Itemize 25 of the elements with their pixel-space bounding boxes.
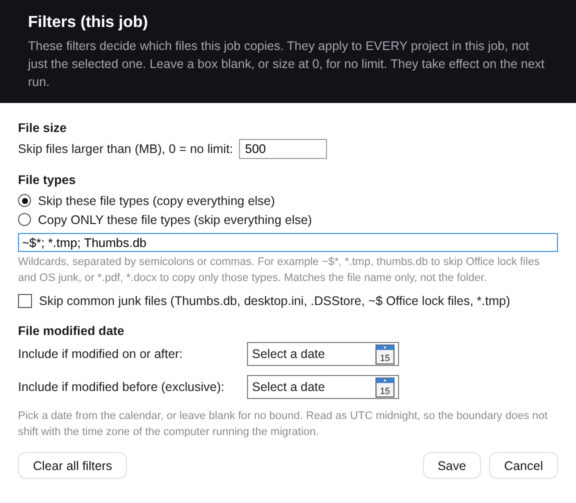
cancel-button[interactable]: Cancel: [489, 452, 558, 479]
date-picker[interactable]: Select a date 15: [247, 375, 399, 399]
date-picker[interactable]: Select a date 15: [247, 342, 399, 366]
radio-button[interactable]: [18, 194, 31, 207]
save-button[interactable]: Save: [422, 452, 482, 479]
description: These filters decide which files this job copies. They apply to EVERY project in this job, not just the selected one. Leave a box blank, or size at 0, for no limit. They take effect on the next run.: [28, 38, 546, 91]
section-heading: File size: [18, 121, 68, 135]
dialog-title: Filters (this job): [28, 14, 149, 32]
checkbox-label[interactable]: Skip common junk files (Thumbs.db, desktop.ini, .DSStore, ~$ Office lock files, *.tmp): [39, 294, 510, 308]
radio-label[interactable]: Skip these file types (copy everything else): [38, 194, 275, 208]
hint-text: Wildcards, separated by semicolons or commas. For example ~$*, *.tmp, thumbs.db to skip Office lock files and OS junk, or *.pdf, *.docx to copy only those types. Matches the file name only, not the folder.: [18, 255, 541, 286]
field-label: Skip files larger than (MB), 0 = no limit:: [18, 142, 234, 156]
calendar-icon[interactable]: 15: [375, 344, 395, 364]
section-heading: File types: [18, 173, 77, 187]
clear-button[interactable]: Clear all filters: [18, 452, 128, 479]
field-label: Include if modified on or after:: [18, 347, 184, 361]
size-input[interactable]: 500: [239, 139, 328, 159]
field-label: Include if modified before (exclusive):: [18, 380, 226, 394]
checkbox[interactable]: [18, 294, 32, 308]
calendar-icon[interactable]: 15: [375, 376, 395, 398]
file-types-input[interactable]: ~$*; *.tmp; Thumbs.db: [18, 233, 558, 252]
hint-text: Pick a date from the calendar, or leave blank for no bound. Read as UTC midnight, so the boundary does not shift with the time zone of the computer running the migration.: [18, 409, 549, 440]
radio-label[interactable]: Copy ONLY these file types (skip everything else): [38, 212, 312, 226]
radio-button[interactable]: [18, 213, 31, 226]
section-heading: File modified date: [18, 324, 126, 338]
